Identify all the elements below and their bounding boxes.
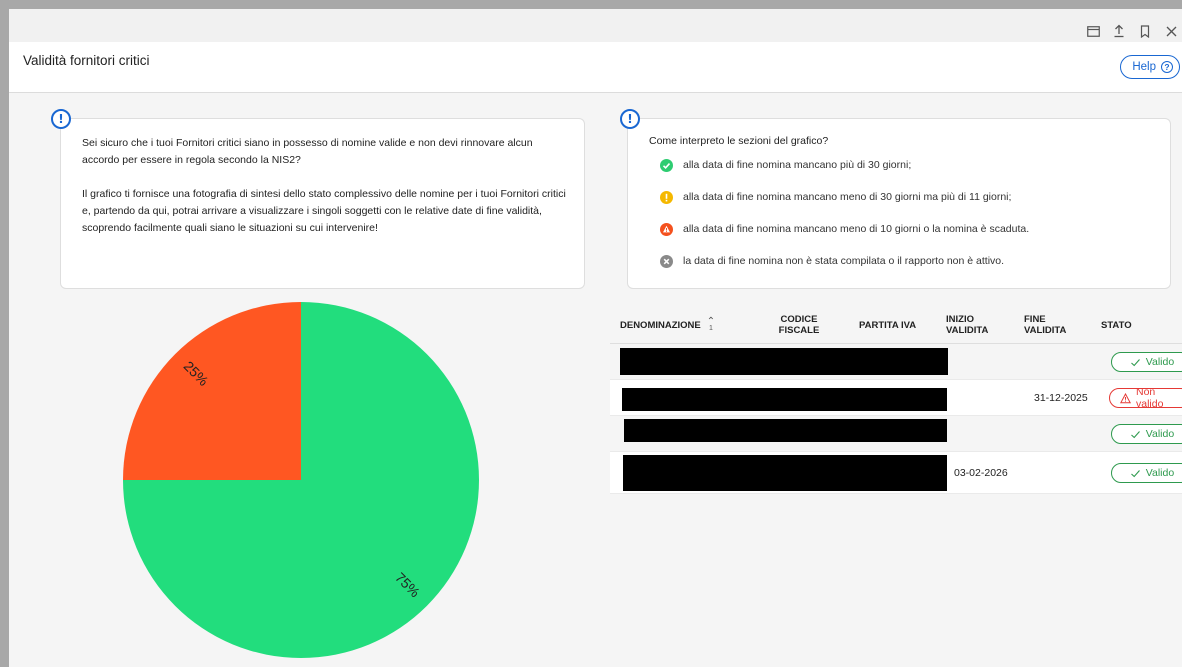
warning-circle-icon [660,222,673,236]
column-header-fine-validita[interactable]: FINE VALIDITA [1024,306,1086,344]
intro-paragraph-2: Il grafico ti fornisce una fotografia di… [82,188,566,234]
question-icon: ? [1161,61,1173,73]
column-header-stato[interactable]: STATO [1101,306,1151,344]
legend-item-missing: la data di fine nomina non è stata compi… [660,253,1004,269]
status-badge: Valido [1111,352,1182,372]
legend-item-expiring: alla data di fine nomina mancano meno di… [660,189,1011,205]
help-label: Help [1132,61,1156,73]
legend-title: Come interpreto le sezioni del grafico? [649,135,829,147]
table-row[interactable]: 03-02-2026 Valido [610,452,1182,494]
legend-text: la data di fine nomina non è stata compi… [683,255,1005,267]
upload-icon[interactable] [1108,21,1130,41]
column-label: PARTITA IVA [859,319,917,331]
check-icon [1130,430,1140,438]
check-circle-icon [660,158,673,172]
redacted-block [620,348,948,375]
info-icon: ! [51,109,71,129]
cell-inizio-validita: 03-02-2026 [954,467,1008,479]
page-title: Validità fornitori critici [23,53,150,68]
window-icon[interactable] [1082,21,1104,41]
sort-ascending-icon[interactable]: ⌃ 1 [707,317,715,333]
legend-text: alla data di fine nomina mancano più di … [683,159,912,171]
column-header-inizio-validita[interactable]: INIZIO VALIDITA [946,306,1006,344]
table-row[interactable]: 31-12-2025 Non valido [610,380,1182,416]
page-header: Validità fornitori critici Help ? [9,42,1182,93]
bookmark-icon[interactable] [1134,21,1156,41]
pie-chart: 75% 25% [123,302,479,658]
status-label: Valido [1145,467,1175,479]
column-label: FINE VALIDITA [1024,314,1067,336]
table-row[interactable]: Valido [610,416,1182,452]
dashboard-content: Sei sicuro che i tuoi Fornitori critici … [9,94,1182,667]
help-button[interactable]: Help ? [1120,55,1180,79]
column-header-partita-iva[interactable]: PARTITA IVA [859,306,939,344]
pie-slice[interactable] [123,302,301,480]
column-label: INIZIO VALIDITA [946,314,989,336]
intro-paragraph-1: Sei sicuro che i tuoi Fornitori critici … [82,137,533,166]
check-icon [1130,358,1140,366]
column-label: CODICE FISCALE [778,314,820,336]
sort-order: 1 [708,325,713,332]
legend-card: Come interpreto le sezioni del grafico? … [627,118,1171,289]
x-circle-icon [660,254,673,268]
column-label: DENOMINAZIONE [620,319,701,331]
suppliers-table: DENOMINAZIONE ⌃ 1 CODICE FISCALE PARTITA … [610,306,1182,494]
status-badge: Valido [1111,424,1182,444]
column-label: STATO [1101,319,1132,331]
status-badge: Valido [1111,463,1182,483]
status-label: Valido [1145,428,1175,440]
window-controls [1082,21,1182,41]
info-icon: ! [620,109,640,129]
window-toolbar [9,9,1182,42]
legend-text: alla data di fine nomina mancano meno di… [683,191,1012,203]
close-icon[interactable] [1160,21,1182,41]
intro-card: Sei sicuro che i tuoi Fornitori critici … [60,118,585,289]
check-icon [1130,469,1140,477]
pie-chart-svg: 75%25% [123,302,479,658]
intro-text: Sei sicuro che i tuoi Fornitori critici … [82,135,572,237]
table-row[interactable]: Valido [610,344,1182,380]
exclamation-circle-icon [660,190,673,204]
legend-item-expired: alla data di fine nomina mancano meno di… [660,221,1029,237]
redacted-block [622,388,947,411]
redacted-block [624,419,947,442]
status-badge: Non valido [1109,386,1182,410]
table-header: DENOMINAZIONE ⌃ 1 CODICE FISCALE PARTITA … [610,306,1182,344]
legend-item-valid: alla data di fine nomina mancano più di … [660,157,911,173]
warning-triangle-icon [1120,392,1131,403]
status-label: Valido [1145,356,1175,368]
cell-fine-validita: 31-12-2025 [1034,392,1088,404]
status-label: Non valido [1136,386,1164,410]
legend-text: alla data di fine nomina mancano meno di… [683,223,1030,235]
column-header-denominazione[interactable]: DENOMINAZIONE ⌃ 1 [620,306,770,344]
column-header-codice-fiscale[interactable]: CODICE FISCALE [762,306,836,344]
redacted-block [623,455,947,491]
